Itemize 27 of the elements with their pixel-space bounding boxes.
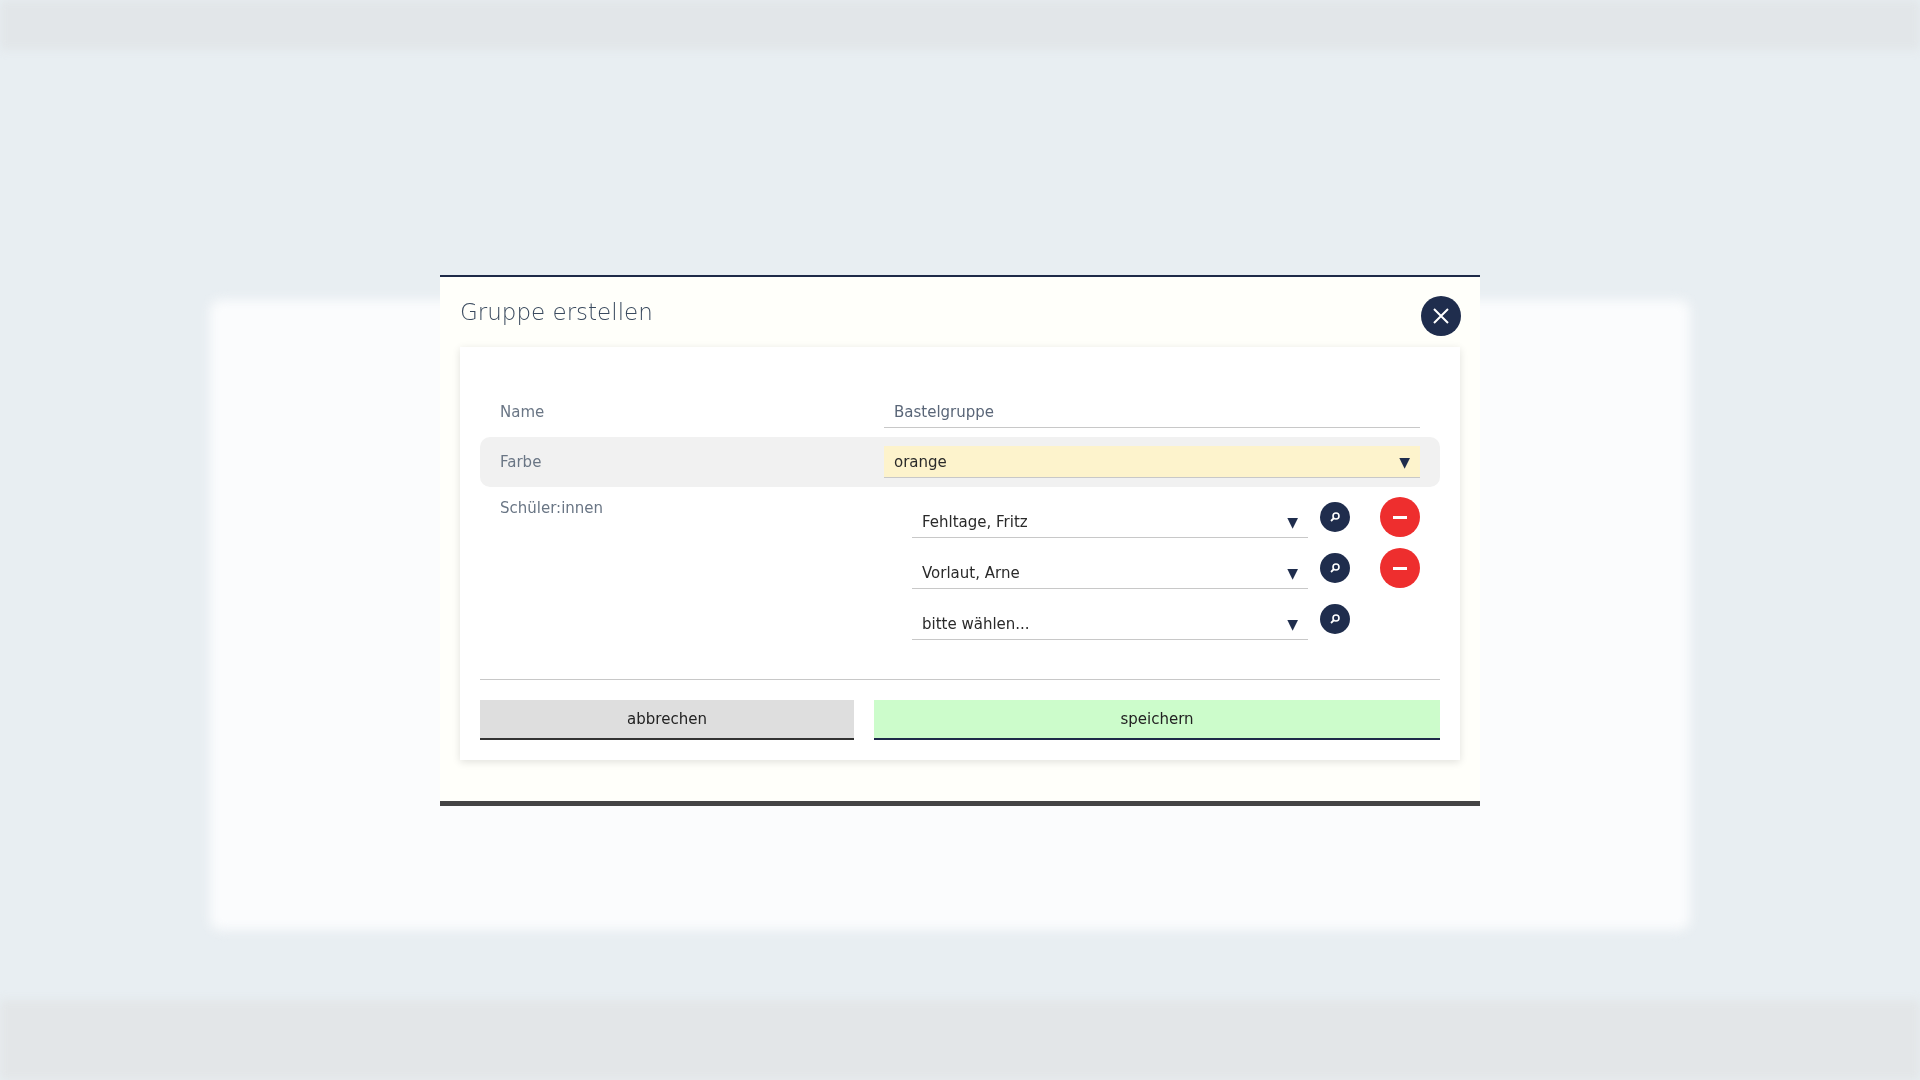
search-icon xyxy=(1329,511,1341,523)
dropdown-arrow-icon: ▼ xyxy=(1287,513,1298,530)
search-button[interactable] xyxy=(1320,604,1350,634)
minus-icon xyxy=(1393,515,1407,519)
student-select[interactable]: bitte wählen... ▼ xyxy=(912,608,1308,640)
student-select[interactable]: Fehltage, Fritz ▼ xyxy=(912,506,1308,538)
dropdown-arrow-icon: ▼ xyxy=(1399,453,1410,470)
field-label: Name xyxy=(500,403,546,421)
search-button[interactable] xyxy=(1320,553,1350,583)
minus-icon xyxy=(1393,566,1407,570)
field-label: Farbe xyxy=(500,453,543,471)
close-button[interactable] xyxy=(1421,296,1461,336)
remove-button[interactable] xyxy=(1380,548,1420,588)
search-button[interactable] xyxy=(1320,502,1350,532)
search-icon xyxy=(1329,613,1341,625)
dropdown-arrow-icon: ▼ xyxy=(1287,615,1298,632)
student-select[interactable]: Vorlaut, Arne ▼ xyxy=(912,557,1308,589)
color-select[interactable]: orange ▼ xyxy=(884,446,1420,478)
cancel-button[interactable]: abbrechen xyxy=(480,700,854,740)
dialog-title: Gruppe erstellen xyxy=(460,299,653,325)
remove-button[interactable] xyxy=(1380,497,1420,537)
dropdown-arrow-icon: ▼ xyxy=(1287,564,1298,581)
search-icon xyxy=(1329,562,1341,574)
name-input-field[interactable]: Bastelgruppe xyxy=(884,396,1420,428)
field-label: Schüler:innen xyxy=(500,498,605,519)
close-icon xyxy=(1432,307,1450,325)
save-button[interactable]: speichern xyxy=(874,700,1440,740)
